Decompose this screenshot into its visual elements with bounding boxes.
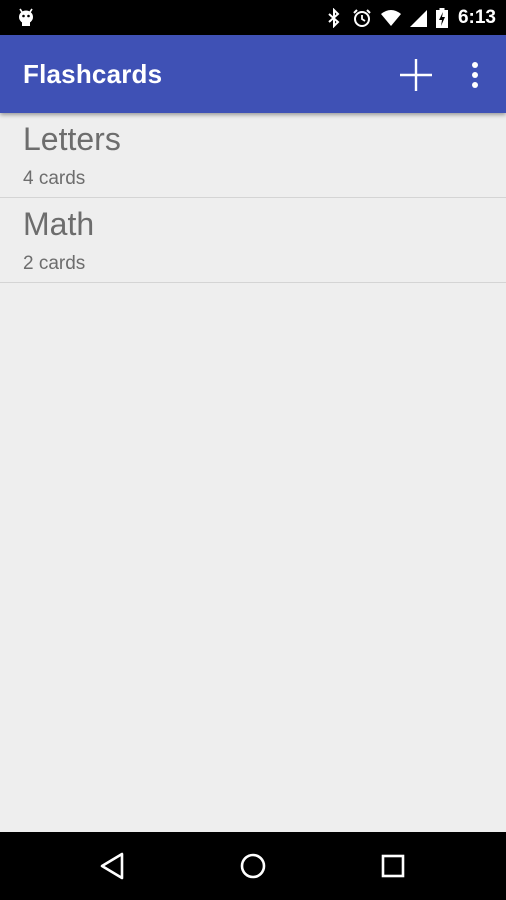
android-debug-icon bbox=[15, 6, 37, 28]
home-button[interactable] bbox=[236, 849, 270, 883]
screen: 6:13 Flashcards Letters 4 cards Math 2 c… bbox=[0, 0, 506, 900]
add-icon bbox=[400, 59, 432, 91]
overflow-menu-button[interactable] bbox=[462, 55, 488, 95]
status-bar: 6:13 bbox=[0, 0, 506, 35]
status-time: 6:13 bbox=[457, 6, 496, 28]
navigation-bar bbox=[0, 832, 506, 900]
home-icon bbox=[240, 853, 266, 879]
app-bar: Flashcards bbox=[0, 35, 506, 113]
wifi-icon bbox=[380, 8, 401, 28]
list-item[interactable]: Math 2 cards bbox=[0, 198, 506, 283]
overflow-menu-icon bbox=[472, 62, 478, 88]
recents-icon bbox=[381, 854, 405, 878]
battery-charging-icon bbox=[435, 7, 448, 28]
back-icon bbox=[100, 852, 124, 880]
deck-name: Letters bbox=[23, 121, 121, 157]
signal-icon bbox=[408, 8, 428, 28]
status-icons: 6:13 bbox=[324, 0, 496, 35]
deck-list: Letters 4 cards Math 2 cards bbox=[0, 113, 506, 283]
deck-card-count: 4 cards bbox=[23, 168, 86, 189]
list-item[interactable]: Letters 4 cards bbox=[0, 113, 506, 198]
back-button[interactable] bbox=[96, 849, 130, 883]
deck-card-count: 2 cards bbox=[23, 253, 86, 274]
alarm-icon bbox=[352, 8, 372, 28]
recents-button[interactable] bbox=[376, 849, 410, 883]
deck-name: Math bbox=[23, 206, 95, 242]
bluetooth-icon bbox=[324, 7, 344, 28]
add-deck-button[interactable] bbox=[394, 53, 438, 97]
app-title: Flashcards bbox=[23, 59, 163, 89]
